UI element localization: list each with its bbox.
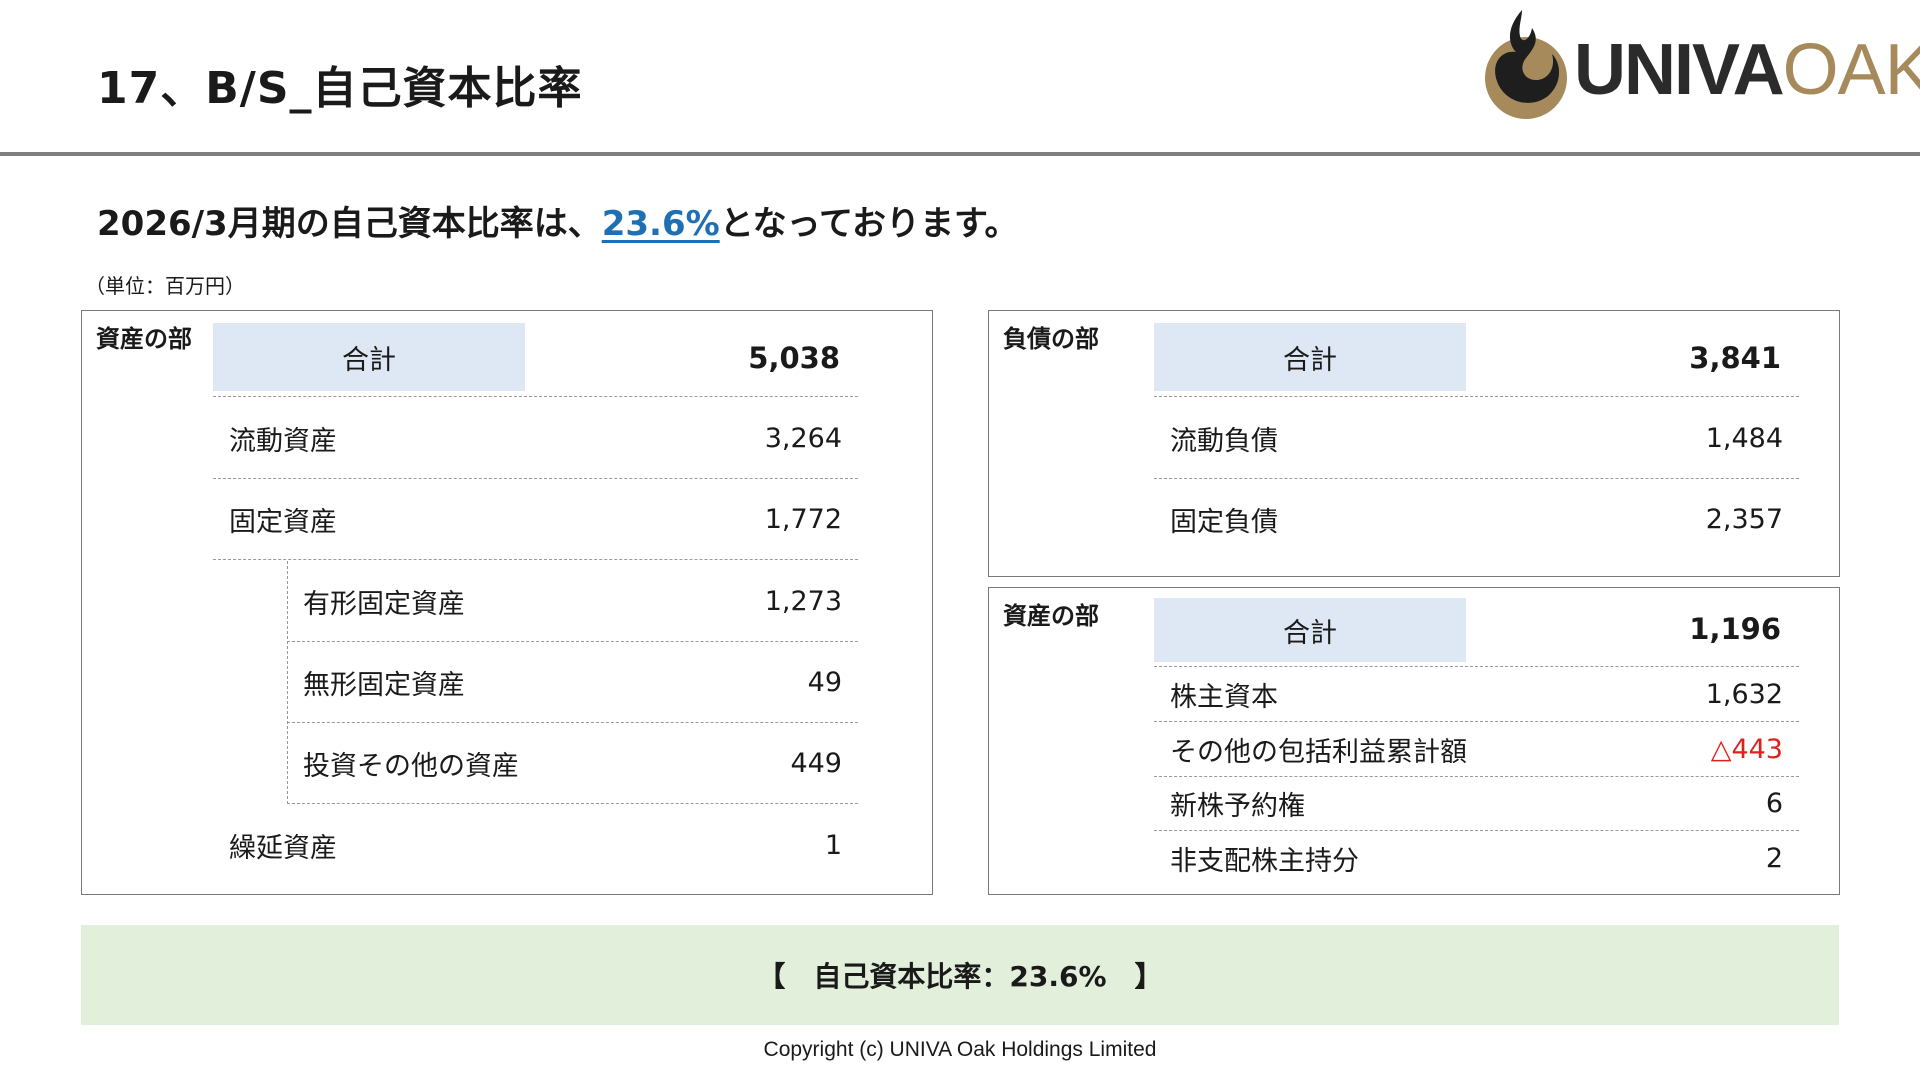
equity-row-stock-options: 新株予約権 6 [1154,777,1799,831]
asset-row-current: 流動資産 3,264 [213,398,858,479]
liability-row-current: 流動負債 1,484 [1154,398,1799,479]
headline-ratio-value: 23.6% [601,204,720,244]
asset-row-label: 繰延資産 [229,833,337,864]
equity-ratio-banner: 【 自己資本比率：23.6% 】 [81,925,1839,1025]
equity-row-label: 非支配株主持分 [1170,845,1359,877]
liability-row-value: 2,357 [1705,504,1783,535]
asset-row-label: 固定資産 [229,506,337,538]
liabilities-total-value: 3,841 [1689,341,1781,375]
asset-subrow-label: 有形固定資産 [303,588,465,620]
company-logo: UNIVAOAK [1478,6,1920,124]
liability-row-label: 流動負債 [1170,425,1278,457]
logo-text-accent: OAK [1782,30,1920,110]
assets-total-label: 合計 [213,323,525,391]
liabilities-panel: 負債の部 合計 3,841 流動負債 1,484 固定負債 2,357 [988,310,1840,577]
asset-row-value: 1 [824,830,842,861]
asset-row-deferred: 繰延資産 1 [213,805,858,886]
equity-row-value: 1,632 [1705,679,1783,710]
equity-row-label: 株主資本 [1170,682,1278,713]
assets-panel: 資産の部 合計 5,038 流動資産 3,264 固定資産 1,772 有形固定… [81,310,933,895]
headline-prefix: 2026/3月期の自己資本比率は、 [97,204,602,244]
asset-subrow-investments: 投資その他の資産 449 [287,723,858,804]
asset-subrow-value: 49 [807,666,842,698]
liabilities-panel-label: 負債の部 [1003,325,1099,353]
headline-suffix: となっております。 [719,204,1019,244]
assets-total-value: 5,038 [748,341,840,375]
equity-row-value: 2 [1765,842,1783,874]
asset-row-value: 1,772 [764,503,842,535]
page-title: 17、B/S_自己資本比率 [97,63,583,114]
equity-total-value: 1,196 [1689,612,1781,646]
equity-panel: 資産の部 合計 1,196 株主資本 1,632 その他の包括利益累計額 △44… [988,587,1840,895]
equity-row-value-negative: △443 [1710,733,1783,765]
asset-subrow-value: 449 [790,747,842,779]
equity-row-shareholders: 株主資本 1,632 [1154,668,1799,722]
asset-row-fixed: 固定資産 1,772 [213,479,858,560]
copyright-footer: Copyright (c) UNIVA Oak Holdings Limited [763,1038,1157,1061]
headline: 2026/3月期の自己資本比率は、23.6%となっております。 [97,196,1019,245]
asset-subrow-label: 投資その他の資産 [303,750,519,782]
asset-subrow-intangible: 無形固定資産 49 [287,642,858,723]
assets-total-divider [213,396,858,397]
asset-subrow-label: 無形固定資産 [303,669,465,701]
flame-drop-icon [1485,10,1567,119]
assets-panel-label: 資産の部 [96,325,192,353]
liability-row-fixed: 固定負債 2,357 [1154,479,1799,560]
asset-subrow-value: 1,273 [764,585,842,617]
unit-note: （単位：百万円） [85,274,245,298]
equity-panel-label: 資産の部 [1003,602,1099,630]
liability-row-value: 1,484 [1705,422,1783,454]
equity-ratio-text: 【 自己資本比率：23.6% 】 [757,960,1163,993]
equity-total-divider [1154,666,1799,667]
liabilities-total-label: 合計 [1154,323,1466,391]
equity-row-label: 新株予約権 [1170,791,1305,822]
equity-row-value: 6 [1765,788,1783,819]
asset-row-label: 流動資産 [229,425,337,457]
equity-total-label: 合計 [1154,598,1466,662]
liability-row-label: 固定負債 [1170,507,1278,538]
equity-row-label: その他の包括利益累計額 [1170,736,1467,768]
logo-text-main: UNIVA [1574,30,1785,110]
equity-row-noncontrolling: 非支配株主持分 2 [1154,831,1799,885]
liabilities-total-divider [1154,396,1799,397]
header-divider [0,152,1920,156]
asset-row-value: 3,264 [764,422,842,454]
asset-subrow-tangible: 有形固定資産 1,273 [287,561,858,642]
equity-row-comprehensive: その他の包括利益累計額 △443 [1154,722,1799,777]
